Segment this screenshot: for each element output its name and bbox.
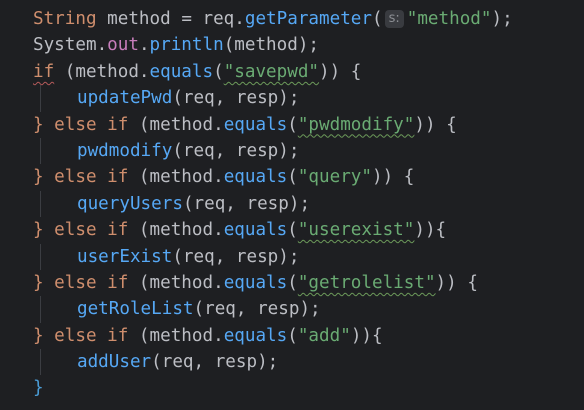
equals-call: equals [149, 61, 214, 82]
code-line-else-if[interactable]: } else if (method.equals("getrolelist"))… [0, 270, 584, 296]
condition-open: (method. [128, 167, 224, 188]
code-line-2[interactable]: System.out.println(method); [0, 32, 584, 58]
condition-close: )) { [372, 167, 415, 188]
handler-call: getRoleList [77, 299, 194, 320]
code-line-if[interactable]: if (method.equals("savepwd")) { [0, 59, 584, 85]
condition-close: )){ [414, 220, 447, 241]
code-line-handler[interactable]: addUser(req, resp); [0, 349, 584, 376]
code-line-closing[interactable]: } [0, 375, 584, 401]
else-if-keyword: } else if [33, 220, 129, 241]
condition-close: )) { [435, 272, 478, 293]
condition-open: (method. [128, 325, 224, 346]
code-line-else-if[interactable]: } else if (method.equals("userexist")){ [0, 217, 584, 243]
system-class: System [33, 35, 97, 56]
statement-end: ); [491, 9, 513, 29]
equals-call: equals [223, 167, 288, 188]
equals-call: equals [223, 325, 288, 346]
condition-close: )){ [350, 325, 383, 346]
code-line-handler[interactable]: userExist(req, resp); [0, 243, 584, 270]
method-call: getParameter [244, 9, 372, 29]
handler-args: (req, resp); [193, 299, 321, 320]
else-if-keyword: } else if [33, 114, 129, 135]
code-line-handler[interactable]: pwdmodify(req, resp); [0, 137, 584, 165]
else-if-keyword: } else if [33, 325, 129, 346]
assign-operator: = [181, 9, 192, 29]
string-literal: "method" [406, 9, 492, 29]
equals-call: equals [223, 114, 288, 135]
string-literal: "add" [297, 325, 351, 346]
handler-call: addUser [77, 352, 152, 373]
string-literal: "userexist" [297, 220, 415, 241]
equals-call: equals [223, 220, 288, 241]
string-literal: "pwdmodify" [297, 114, 415, 135]
handler-call: updatePwd [77, 88, 173, 109]
code-line-1[interactable]: String method = req.getParameter(s: "meth… [0, 6, 584, 32]
handler-args: (req, resp); [182, 193, 311, 214]
string-literal: "getrolelist" [297, 272, 436, 293]
condition-open: (method. [128, 220, 224, 241]
method-call: println [149, 35, 224, 56]
request-object: req [202, 9, 235, 29]
string-literal: "query" [297, 167, 372, 188]
condition-open: (method. [128, 114, 224, 135]
code-line-else-if[interactable]: } else if (method.equals("add")){ [0, 323, 584, 349]
handler-call: userExist [77, 246, 173, 267]
handler-args: (req, resp); [172, 246, 300, 267]
variable-name: method [107, 9, 171, 29]
code-line-handler[interactable]: updatePwd(req, resp); [0, 85, 584, 112]
handler-call: pwdmodify [77, 140, 173, 161]
else-if-keyword: } else if [33, 272, 129, 293]
else-if-keyword: } else if [33, 167, 129, 188]
condition-close: )) { [319, 61, 362, 82]
code-line-handler[interactable]: queryUsers(req, resp); [0, 190, 584, 218]
equals-call: equals [223, 272, 288, 293]
condition-close: )) { [414, 114, 457, 135]
handler-args: (req, resp); [151, 352, 279, 373]
handler-args: (req, resp); [172, 140, 300, 161]
call-args: (method); [223, 35, 320, 56]
condition-open: (method. [54, 61, 150, 82]
parameter-hint: s: [384, 10, 404, 28]
code-line-else-if[interactable]: } else if (method.equals("query")) { [0, 164, 584, 190]
condition-open: (method. [128, 272, 224, 293]
handler-args: (req, resp); [172, 88, 300, 109]
type-keyword: String [33, 9, 97, 29]
handler-call: queryUsers [77, 193, 183, 214]
code-editor[interactable]: String method = req.getParameter(s: "meth… [0, 0, 584, 410]
code-line-handler[interactable]: getRoleList(req, resp); [0, 296, 584, 323]
code-line-else-if[interactable]: } else if (method.equals("pwdmodify")) { [0, 112, 584, 138]
if-keyword: if [33, 61, 55, 82]
closing-brace: } [33, 378, 44, 399]
string-literal: "savepwd" [223, 61, 320, 82]
static-field: out [107, 35, 139, 56]
